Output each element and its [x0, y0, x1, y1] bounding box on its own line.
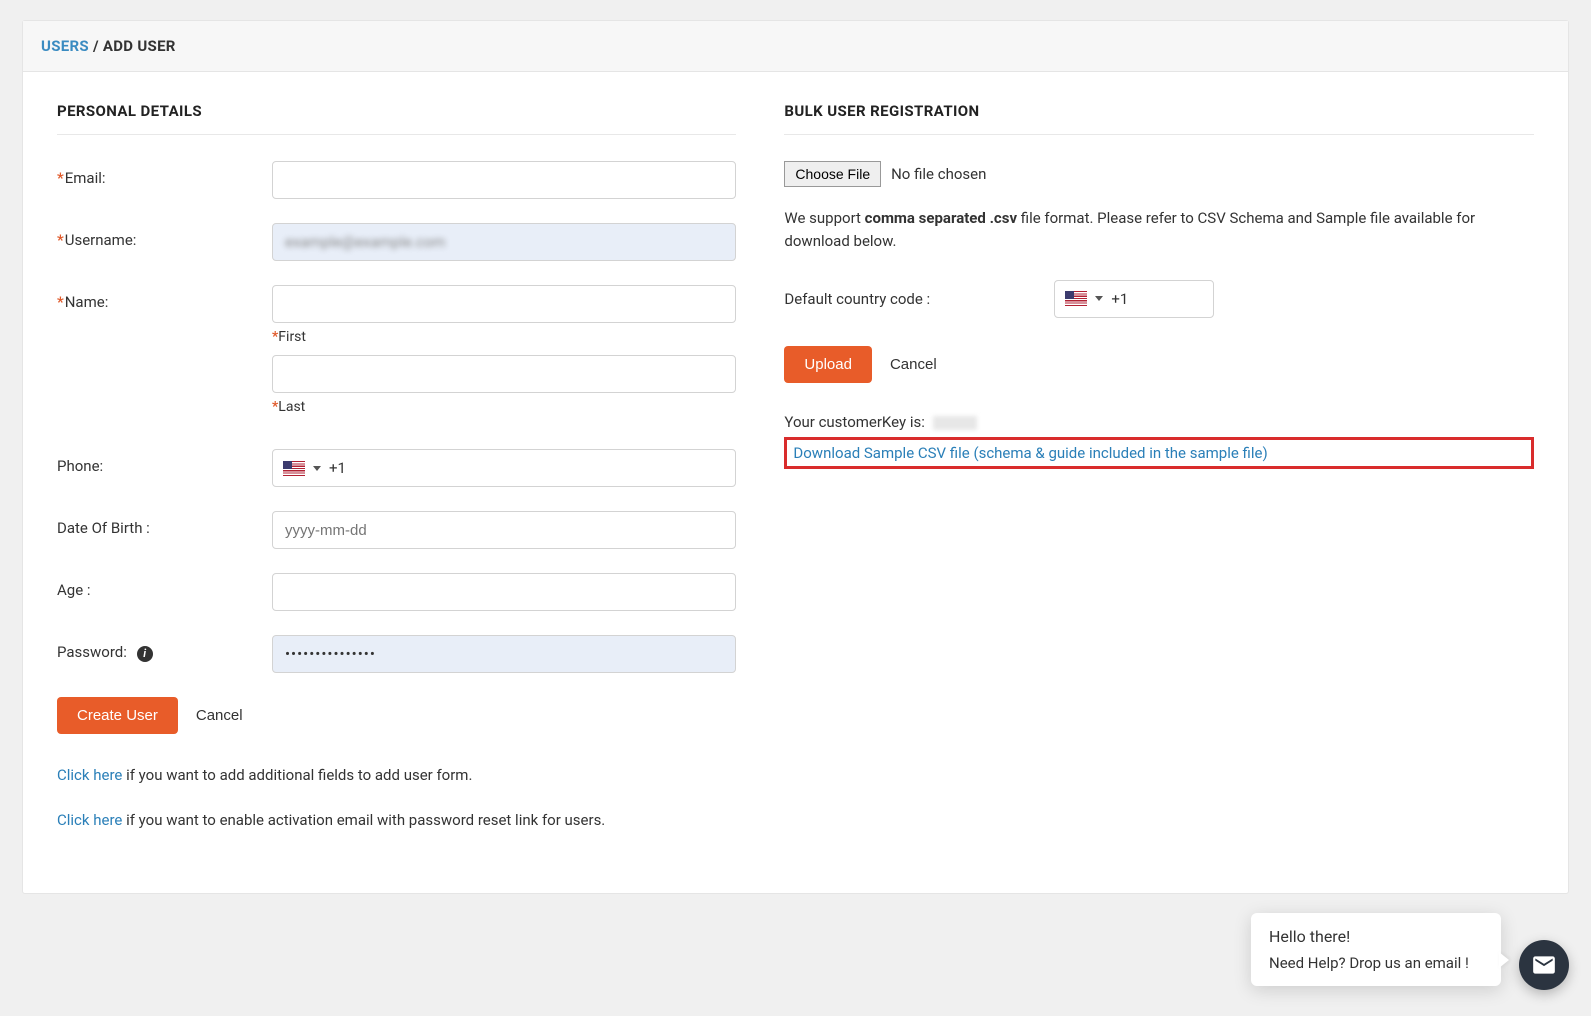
us-flag-icon — [283, 461, 305, 476]
chevron-down-icon — [313, 466, 321, 471]
dob-input[interactable] — [272, 511, 736, 549]
mail-icon — [1531, 952, 1557, 978]
email-input[interactable] — [272, 161, 736, 199]
customer-key-value — [933, 416, 977, 430]
chat-help-text: Need Help? Drop us an email ! — [1269, 954, 1483, 972]
csv-support-text: We support comma separated .csv file for… — [784, 207, 1534, 254]
country-dial-code: +1 — [1111, 290, 1128, 308]
default-country-code-select[interactable]: +1 — [1054, 280, 1214, 318]
age-input[interactable] — [272, 573, 736, 611]
cancel-button[interactable]: Cancel — [196, 707, 243, 724]
default-country-code-label: Default country code : — [784, 290, 1054, 308]
choose-file-button[interactable]: Choose File — [784, 161, 881, 187]
customer-key-line: Your customerKey is: — [784, 413, 1534, 431]
create-user-button[interactable]: Create User — [57, 697, 178, 734]
us-flag-icon — [1065, 291, 1087, 306]
last-name-sublabel: *Last — [272, 399, 736, 415]
first-name-input[interactable] — [272, 285, 736, 323]
chat-popover: Hello there! Need Help? Drop us an email… — [1251, 913, 1501, 986]
last-name-input[interactable] — [272, 355, 736, 393]
username-input[interactable]: example@example.com — [272, 223, 736, 261]
chat-fab-button[interactable] — [1519, 940, 1569, 990]
password-label: Password: i — [57, 635, 272, 662]
info-icon[interactable]: i — [137, 646, 153, 662]
download-sample-highlight: Download Sample CSV file (schema & guide… — [784, 437, 1534, 469]
additional-fields-link[interactable]: Click here — [57, 766, 122, 784]
breadcrumb-users-link[interactable]: USERS — [41, 37, 89, 55]
bulk-registration-section: BULK USER REGISTRATION Choose File No fi… — [784, 102, 1534, 853]
dob-label: Date Of Birth : — [57, 511, 272, 537]
password-input[interactable]: ••••••••••••••• — [272, 635, 736, 673]
phone-input[interactable]: +1 — [272, 449, 736, 487]
personal-details-section: PERSONAL DETAILS *Email: *Username: exam… — [57, 102, 736, 853]
first-name-sublabel: *First — [272, 329, 736, 345]
breadcrumb-current: ADD USER — [103, 37, 176, 55]
activation-email-link[interactable]: Click here — [57, 811, 122, 829]
name-label: *Name: — [57, 285, 272, 311]
additional-fields-helper: Click here if you want to add additional… — [57, 764, 736, 787]
download-sample-csv-link[interactable]: Download Sample CSV file (schema & guide… — [793, 444, 1267, 462]
username-label: *Username: — [57, 223, 272, 249]
phone-label: Phone: — [57, 449, 272, 475]
phone-dial-code: +1 — [329, 459, 346, 477]
chat-greeting: Hello there! — [1269, 927, 1483, 946]
age-label: Age : — [57, 573, 272, 599]
personal-details-title: PERSONAL DETAILS — [57, 102, 736, 135]
upload-button[interactable]: Upload — [784, 346, 872, 383]
add-user-panel: USERS / ADD USER PERSONAL DETAILS *Email… — [22, 20, 1569, 894]
chevron-down-icon — [1095, 296, 1103, 301]
breadcrumb: USERS / ADD USER — [23, 21, 1568, 72]
file-chosen-status: No file chosen — [891, 165, 986, 183]
bulk-cancel-button[interactable]: Cancel — [890, 356, 937, 373]
bulk-registration-title: BULK USER REGISTRATION — [784, 102, 1534, 135]
activation-email-helper: Click here if you want to enable activat… — [57, 809, 736, 832]
breadcrumb-separator: / — [93, 37, 103, 55]
email-label: *Email: — [57, 161, 272, 187]
